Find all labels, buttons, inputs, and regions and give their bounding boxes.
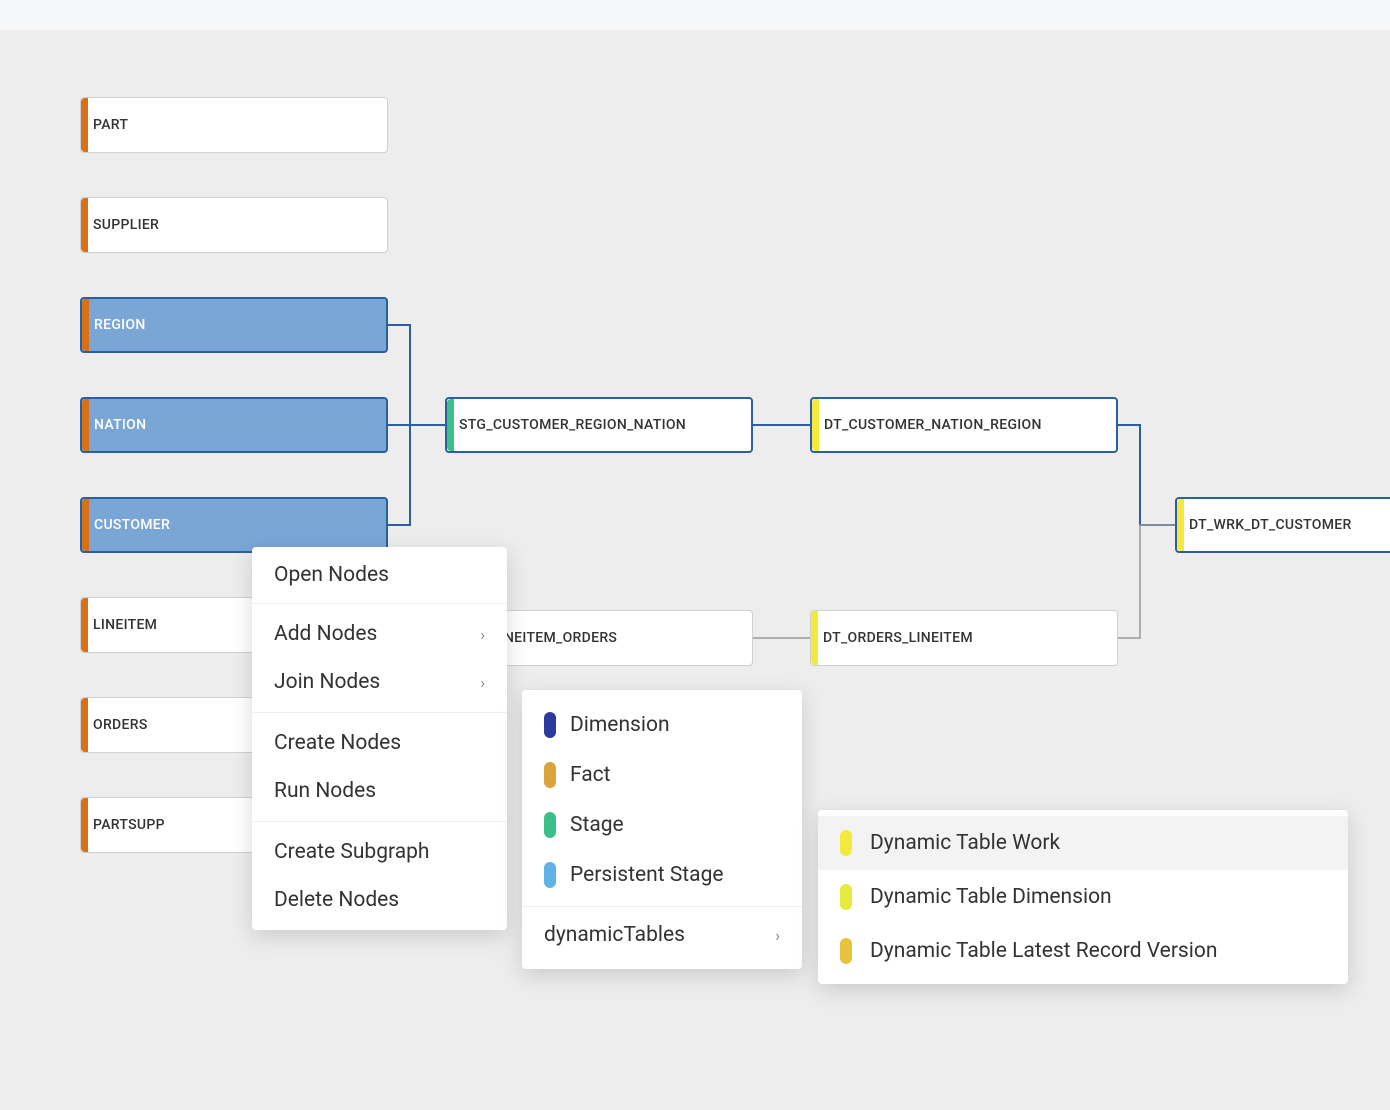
- node-stg-customer-region-nation[interactable]: STG_CUSTOMER_REGION_NATION: [445, 397, 753, 453]
- menu-delete-nodes[interactable]: Delete Nodes: [252, 876, 507, 924]
- chevron-right-icon: ›: [480, 673, 485, 692]
- node-customer[interactable]: CUSTOMER: [80, 497, 388, 553]
- node-label: STG_CUSTOMER_REGION_NATION: [459, 417, 686, 433]
- context-menu: Open Nodes Add Nodes › Join Nodes › Crea…: [252, 547, 507, 930]
- submenu-fact[interactable]: Fact: [522, 750, 802, 800]
- menu-join-nodes[interactable]: Join Nodes ›: [252, 658, 507, 706]
- submenu-dt-dimension[interactable]: Dynamic Table Dimension: [818, 870, 1348, 924]
- submenu-label: Dynamic Table Dimension: [870, 885, 1112, 909]
- diagram-canvas[interactable]: PART SUPPLIER REGION NATION CUSTOMER LIN…: [0, 30, 1390, 1110]
- node-label: ORDERS: [93, 717, 148, 733]
- node-accent: [81, 598, 88, 652]
- node-accent: [447, 399, 454, 451]
- swatch-icon: [840, 884, 852, 910]
- submenu-label: Fact: [570, 763, 611, 787]
- submenu-label: Persistent Stage: [570, 863, 724, 887]
- node-label: PART: [93, 117, 128, 133]
- submenu-dt-latest[interactable]: Dynamic Table Latest Record Version: [818, 924, 1348, 978]
- node-supplier[interactable]: SUPPLIER: [80, 197, 388, 253]
- chevron-right-icon: ›: [480, 625, 485, 644]
- node-accent: [82, 499, 89, 551]
- chevron-right-icon: ›: [775, 926, 780, 945]
- menu-label: Create Nodes: [274, 731, 401, 755]
- node-accent: [81, 198, 88, 252]
- swatch-icon: [544, 762, 556, 788]
- submenu-dynamic-tables-list: Dynamic Table Work Dynamic Table Dimensi…: [818, 810, 1348, 984]
- submenu-persistent-stage[interactable]: Persistent Stage: [522, 850, 802, 900]
- submenu-dt-work[interactable]: Dynamic Table Work: [818, 816, 1348, 870]
- node-label: NATION: [94, 417, 146, 433]
- menu-open-nodes[interactable]: Open Nodes: [252, 547, 507, 604]
- submenu-stage[interactable]: Stage: [522, 800, 802, 850]
- node-accent: [812, 399, 819, 451]
- menu-label: Create Subgraph: [274, 840, 429, 864]
- submenu-label: Dimension: [570, 713, 670, 737]
- node-dt-wrk-dt-customer[interactable]: DT_WRK_DT_CUSTOMER: [1175, 497, 1390, 553]
- node-accent: [81, 98, 88, 152]
- node-label: DT_WRK_DT_CUSTOMER: [1189, 517, 1352, 533]
- top-bar: [0, 0, 1390, 30]
- menu-label: Delete Nodes: [274, 888, 399, 912]
- node-accent: [81, 798, 88, 852]
- node-accent: [82, 299, 89, 351]
- menu-create-subgraph[interactable]: Create Subgraph: [252, 828, 507, 876]
- menu-add-nodes[interactable]: Add Nodes ›: [252, 610, 507, 658]
- node-label: DT_CUSTOMER_NATION_REGION: [824, 417, 1042, 433]
- menu-run-nodes[interactable]: Run Nodes: [252, 767, 507, 815]
- node-accent: [82, 399, 89, 451]
- submenu-node-types: Dimension Fact Stage Persistent Stage dy…: [522, 690, 802, 969]
- submenu-label: dynamicTables: [544, 923, 685, 947]
- node-label: DT_ORDERS_LINEITEM: [823, 630, 973, 646]
- swatch-icon: [544, 812, 556, 838]
- submenu-label: Dynamic Table Latest Record Version: [870, 939, 1217, 963]
- swatch-icon: [544, 862, 556, 888]
- node-accent: [1177, 499, 1184, 551]
- node-dt-orders-lineitem[interactable]: DT_ORDERS_LINEITEM: [810, 610, 1118, 666]
- swatch-icon: [544, 712, 556, 738]
- submenu-label: Dynamic Table Work: [870, 831, 1060, 855]
- node-accent: [81, 698, 88, 752]
- submenu-label: Stage: [570, 813, 624, 837]
- submenu-dynamic-tables[interactable]: dynamicTables ›: [522, 906, 802, 959]
- node-label: SUPPLIER: [93, 217, 159, 233]
- swatch-icon: [840, 830, 852, 856]
- menu-label: Add Nodes: [274, 622, 377, 646]
- menu-create-nodes[interactable]: Create Nodes: [252, 719, 507, 767]
- submenu-dimension[interactable]: Dimension: [522, 700, 802, 750]
- node-label: REGION: [94, 317, 146, 333]
- menu-label: Run Nodes: [274, 779, 376, 803]
- node-accent: [811, 611, 818, 665]
- node-label: LINEITEM: [93, 617, 157, 633]
- node-nation[interactable]: NATION: [80, 397, 388, 453]
- node-label: PARTSUPP: [93, 817, 165, 833]
- node-dt-customer-nation-region[interactable]: DT_CUSTOMER_NATION_REGION: [810, 397, 1118, 453]
- node-part[interactable]: PART: [80, 97, 388, 153]
- menu-label: Open Nodes: [274, 563, 389, 587]
- menu-label: Join Nodes: [274, 670, 380, 694]
- node-label: CUSTOMER: [94, 517, 170, 533]
- swatch-icon: [840, 938, 852, 964]
- node-region[interactable]: REGION: [80, 297, 388, 353]
